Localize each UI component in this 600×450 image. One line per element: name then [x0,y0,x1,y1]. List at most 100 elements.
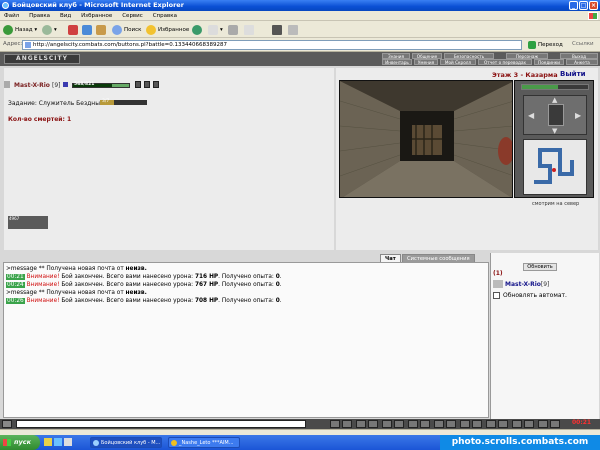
back-button[interactable]: Назад ▾ [3,24,37,36]
ie-icon [2,2,9,9]
minimap[interactable]: ◀ ▶ ▲ ▼ [514,80,594,198]
smiley-icon[interactable] [356,420,366,428]
quest-icon[interactable] [460,420,470,428]
refresh-online-button[interactable]: Обновить [523,263,557,271]
counter-value: 4967 [9,216,20,221]
online-user[interactable]: Mast-X-Rio[9] [505,281,549,288]
start-button[interactable]: пуск [0,435,40,450]
map-grid [523,139,587,195]
favorites-button[interactable]: Избранное [146,24,189,36]
message-time[interactable]: 00:24 [6,282,25,288]
history-button[interactable] [192,24,204,36]
nav-duels[interactable]: Поединки [534,59,564,65]
taskbar-item-aim[interactable]: _Nashe_Leto ***AIM... [168,437,240,448]
chat-message: 00:21 Внимание! Бой закончен. Всего вами… [6,274,282,280]
trade-icon[interactable] [382,420,392,428]
nav-profile[interactable]: Анкета [566,59,598,65]
bag-icon[interactable] [394,420,404,428]
game-logo: ANGELSCITY [4,54,80,64]
character-name[interactable]: Mast-X-Rio [9] [8,82,68,89]
turn-right-icon[interactable]: ▶ [575,111,581,120]
dungeon-corridor-scene [340,81,512,197]
chat-input[interactable] [16,420,306,428]
exit-link[interactable]: Выйти [560,70,586,78]
tray-watermark-text: photo.scrolls.combats.com [451,437,589,447]
send-icon[interactable] [330,420,340,428]
quest-progress-text: 3/7 [102,99,110,104]
go-label: Переход [538,42,563,48]
music-icon[interactable] [498,420,508,428]
forward-button[interactable]: ▾ [42,24,57,36]
maximize-button[interactable]: □ [579,1,588,10]
magic-icon[interactable] [420,420,430,428]
menu-help[interactable]: Справка [149,11,181,21]
menu-tools[interactable]: Сервис [118,11,147,21]
messenger-button[interactable] [272,24,284,36]
turn-left-icon[interactable]: ◀ [528,111,534,120]
friends-icon[interactable] [446,420,456,428]
helmet-icon[interactable] [153,81,159,88]
fight-icon[interactable] [408,420,418,428]
nav-my-scroll[interactable]: Мой Скролл [440,59,476,65]
info-icon[interactable] [62,82,68,87]
minimap-hp-bar [521,84,589,90]
settings-icon[interactable] [472,420,482,428]
dungeon-view[interactable] [339,80,513,198]
menu-bar: Файл Правка Вид Избранное Сервис Справка [0,11,600,21]
auto-refresh-checkbox[interactable] [493,292,500,299]
toolbar: Назад ▾ ▾ Поиск Избранное ▾ [0,22,600,38]
mail-button[interactable]: ▾ [208,24,223,36]
tab-system-messages[interactable]: Системные сообщения [402,254,475,262]
history-icon [192,24,202,35]
nav-skills[interactable]: Умения [414,59,438,65]
chat-log[interactable]: >message ** Получена новая почта от неиз… [3,262,489,418]
weapon-icon[interactable] [144,81,150,88]
research-button[interactable] [288,24,300,36]
quicklaunch-icon[interactable] [44,438,52,446]
quicklaunch-desktop-icon[interactable] [64,438,72,446]
refresh-icon [82,24,92,35]
print-button[interactable] [228,24,240,36]
menu-view[interactable]: Вид [56,11,75,21]
mail-icon[interactable] [524,420,534,428]
minimize-button[interactable]: _ [569,1,578,10]
menu-edit[interactable]: Правка [25,11,54,21]
quicklaunch-ie-icon[interactable] [54,438,62,446]
map-icon[interactable] [434,420,444,428]
message-time[interactable]: 00:21 [6,274,25,280]
back-arrow-icon [3,24,13,35]
filter-icon[interactable] [368,420,378,428]
go-button[interactable]: Переход [528,40,563,50]
armor-icon[interactable] [135,81,141,88]
clear-icon[interactable] [342,420,352,428]
home-icon [96,24,106,35]
chat-tab-row: Чат Системные сообщения [0,253,490,262]
search-button[interactable]: Поиск [112,24,141,36]
help-icon[interactable] [486,420,496,428]
search-icon [112,24,122,35]
compass-center-icon [548,104,564,126]
nav-inventory[interactable]: Инвентарь [382,59,412,65]
inbox-icon[interactable] [512,420,522,428]
chat-message: 00:24 Внимание! Бой закончен. Всего вами… [6,282,282,288]
chat-mode-icon[interactable] [2,420,12,428]
url-input[interactable]: http://angelscity.combats.com/buttons.pl… [22,40,522,50]
nav-transfer-report[interactable]: Отчет о переводах [478,59,532,65]
close-button[interactable]: × [589,1,598,10]
go-arrow-icon [528,40,536,49]
refresh-button[interactable] [82,24,94,36]
menu-favorites[interactable]: Избранное [77,11,116,21]
tab-chat[interactable]: Чат [380,254,401,262]
edit-button[interactable] [244,24,256,36]
exit-icon[interactable] [538,420,548,428]
taskbar-item-ie[interactable]: Бойцовский клуб - M... [90,437,162,448]
forward-icon[interactable]: ▲ [552,96,557,104]
links-label[interactable]: Ссылки [572,41,594,47]
lock-icon[interactable] [550,420,560,428]
menu-file[interactable]: Файл [0,11,23,21]
stop-button[interactable] [68,24,80,36]
message-time[interactable]: 00:26 [6,298,25,304]
chat-message: >message ** Получена новая почта от неиз… [6,266,147,272]
backward-icon[interactable]: ▼ [552,127,557,135]
home-button[interactable] [96,24,108,36]
